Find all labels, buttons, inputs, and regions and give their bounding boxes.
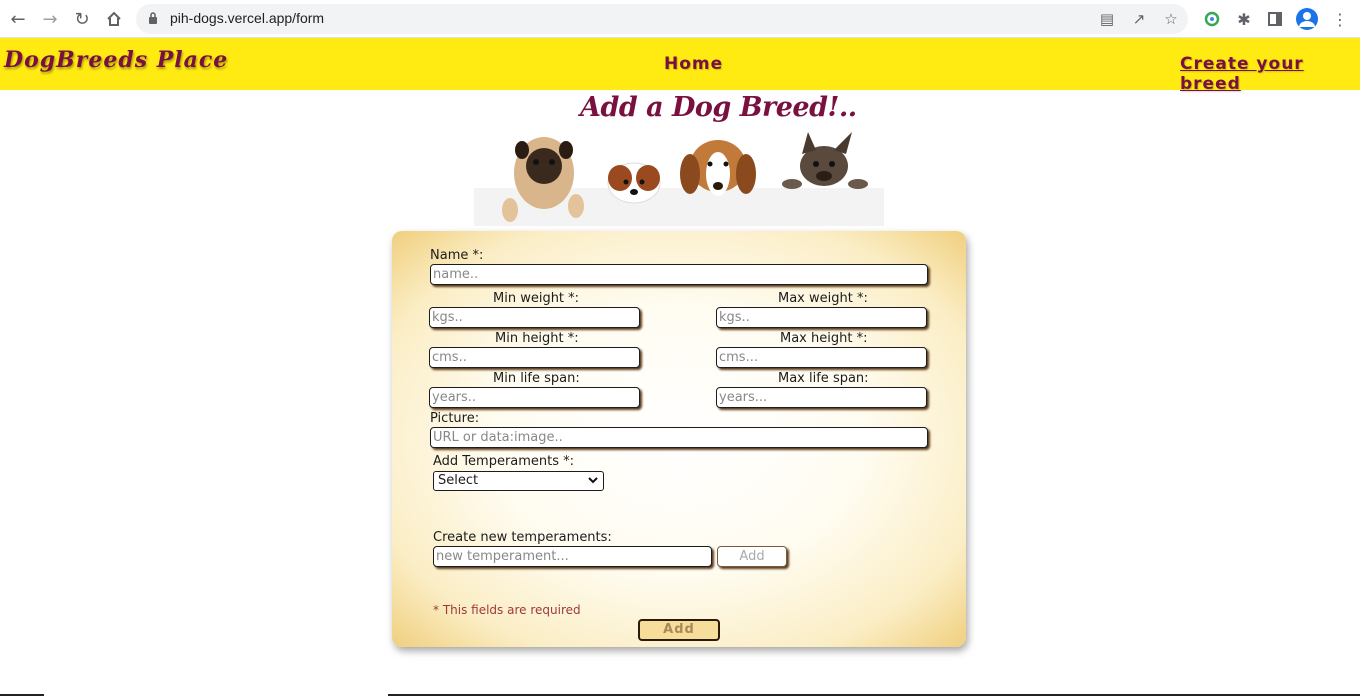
site-logo[interactable]: DogBreeds Place: [4, 47, 228, 73]
temperaments-label: Add Temperaments *:: [433, 454, 575, 469]
add-temperament-button[interactable]: Add: [717, 546, 787, 567]
new-temperament-input[interactable]: new temperament...: [433, 546, 712, 567]
address-bar[interactable]: pih-dogs.vercel.app/form ▤ ↗ ☆: [136, 4, 1188, 34]
url-text: pih-dogs.vercel.app/form: [170, 10, 325, 26]
name-input[interactable]: name..: [430, 264, 928, 285]
max-life-span-input[interactable]: years...: [716, 387, 927, 408]
dogs-banner-image: [474, 132, 884, 226]
picture-url-input[interactable]: URL or data:image..: [430, 427, 928, 448]
temperaments-select-value: Select: [438, 473, 479, 488]
picture-label: Picture:: [430, 411, 480, 426]
max-height-label: Max height *:: [780, 331, 868, 346]
min-weight-input[interactable]: kgs..: [429, 307, 640, 328]
temperaments-select[interactable]: Select: [433, 471, 604, 491]
bookmark-star-icon[interactable]: ☆: [1161, 9, 1181, 29]
reload-icon[interactable]: ↻: [70, 7, 94, 31]
home-icon[interactable]: [102, 7, 126, 31]
breed-form: Name *: name.. Min weight *: Max weight …: [392, 231, 966, 647]
min-height-input[interactable]: cms..: [429, 347, 640, 368]
nav-create-breed-link[interactable]: Create your breed: [1180, 54, 1360, 94]
min-height-label: Min height *:: [495, 331, 579, 346]
new-temperament-label: Create new temperaments:: [433, 530, 612, 545]
min-life-span-label: Min life span:: [493, 371, 580, 386]
max-weight-label: Max weight *:: [778, 291, 868, 306]
max-weight-input[interactable]: kgs..: [716, 307, 927, 328]
site-navbar: DogBreeds Place Home Create your breed: [0, 38, 1360, 94]
profile-avatar-icon[interactable]: [1296, 8, 1318, 30]
min-life-span-input[interactable]: years..: [429, 387, 640, 408]
share-icon[interactable]: ↗: [1129, 9, 1149, 29]
submit-add-breed-button[interactable]: Add: [638, 619, 720, 641]
forward-icon[interactable]: →: [38, 7, 62, 31]
side-panel-icon[interactable]: [1264, 8, 1286, 30]
back-icon[interactable]: ←: [6, 7, 30, 31]
max-height-input[interactable]: cms...: [716, 347, 927, 368]
menu-icon[interactable]: ⋮: [1329, 8, 1351, 30]
min-weight-label: Min weight *:: [493, 291, 580, 306]
name-label: Name *:: [430, 248, 484, 263]
required-fields-note: * This fields are required: [433, 603, 581, 617]
browser-toolbar: ← → ↻ pih-dogs.vercel.app/form ▤ ↗ ☆ ✱ ⋮: [0, 0, 1360, 38]
extension-icon[interactable]: [1201, 8, 1223, 30]
translate-icon[interactable]: ▤: [1097, 9, 1117, 29]
puzzle-extensions-icon[interactable]: ✱: [1233, 8, 1255, 30]
page-title: Add a Dog Breed!..: [580, 92, 857, 123]
nav-home-link[interactable]: Home: [664, 54, 723, 74]
chevron-down-icon: [588, 477, 598, 484]
max-life-span-label: Max life span:: [778, 371, 869, 386]
lock-icon: [149, 12, 157, 24]
